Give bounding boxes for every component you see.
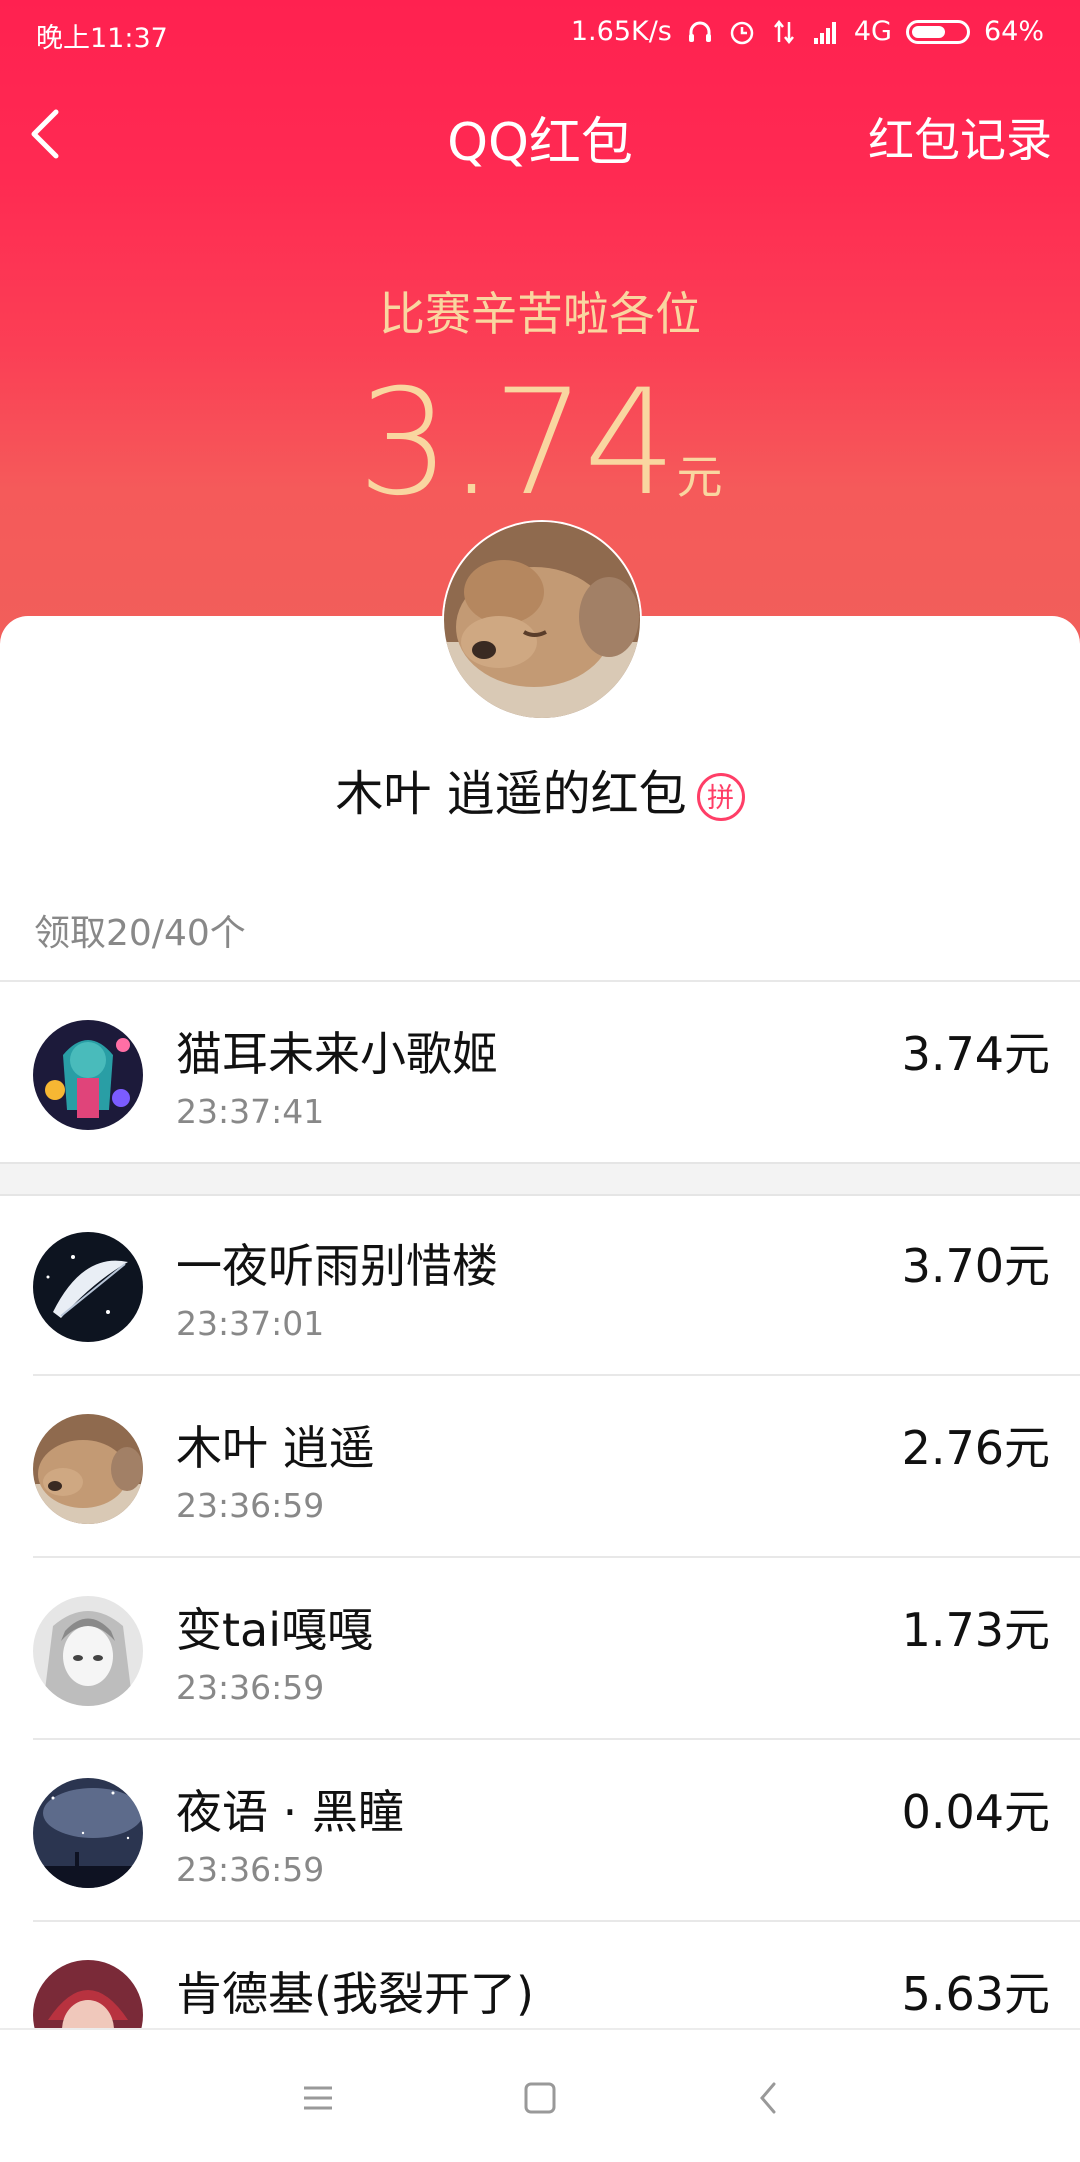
- claim-row[interactable]: 变tai嘎嘎 23:36:59 1.73元: [0, 1558, 1080, 1738]
- sender-avatar[interactable]: [442, 520, 642, 720]
- claimer-avatar[interactable]: [33, 1232, 143, 1342]
- claimer-name: 一夜听雨别惜楼: [176, 1239, 498, 1293]
- puppy-avatar-image: [444, 522, 640, 718]
- anime-boy-avatar-image: [33, 1960, 143, 2028]
- sender-row: 木叶 逍遥的红包拼: [0, 754, 1080, 824]
- claimer-avatar[interactable]: [33, 1020, 143, 1130]
- section-separator: [0, 1162, 1080, 1196]
- claim-row[interactable]: 木叶 逍遥 23:36:59 2.76元: [0, 1376, 1080, 1556]
- claim-row[interactable]: 夜语 · 黑瞳 23:36:59 0.04元: [0, 1740, 1080, 1920]
- claimer-name: 夜语 · 黑瞳: [176, 1785, 404, 1839]
- status-time: 晚上11:37: [36, 23, 168, 54]
- feather-avatar-image: [33, 1232, 143, 1342]
- status-icons: 1.65K/s 4G 64%: [571, 16, 1044, 47]
- claim-amount: 3.70元: [901, 1239, 1050, 1293]
- claim-amount: 0.04元: [901, 1785, 1050, 1839]
- claim-row[interactable]: 一夜听雨别惜楼 23:37:01 3.70元: [0, 1194, 1080, 1374]
- menu-icon[interactable]: [288, 2068, 348, 2128]
- system-navigation-bar: [0, 2028, 1080, 2162]
- battery-percent: 64%: [983, 16, 1044, 47]
- claim-time: 23:36:59: [176, 1486, 325, 1525]
- amount-value: 3.74: [357, 358, 676, 528]
- data-transfer-icon: [773, 19, 794, 44]
- claimer-avatar[interactable]: [33, 1596, 143, 1706]
- claim-time: 23:36:59: [176, 1668, 325, 1707]
- network-type: 4G: [853, 16, 892, 47]
- puppy-avatar-image: [33, 1414, 143, 1524]
- lucky-draw-badge: 拼: [696, 773, 745, 821]
- claim-amount: 2.76元: [901, 1421, 1050, 1475]
- claim-row[interactable]: 肯德基(我裂开了) 5.63元: [0, 1922, 1080, 2028]
- headphones-icon: [688, 21, 711, 42]
- claimer-avatar[interactable]: [33, 1960, 143, 2028]
- claimer-name: 肯德基(我裂开了): [176, 1967, 534, 2021]
- claim-amount: 1.73元: [901, 1603, 1050, 1657]
- signal-icon: [813, 21, 836, 44]
- claimer-avatar[interactable]: [33, 1414, 143, 1524]
- claim-time: 23:37:01: [176, 1304, 325, 1343]
- claim-time: 23:37:41: [176, 1092, 325, 1131]
- amount-unit: 元: [676, 450, 723, 504]
- sender-name: 木叶 逍遥的红包: [335, 766, 687, 822]
- claimer-name: 变tai嘎嘎: [176, 1603, 374, 1657]
- home-icon[interactable]: [510, 2068, 570, 2128]
- battery-icon: [905, 19, 970, 44]
- claim-count: 领取20/40个: [34, 913, 246, 954]
- network-speed: 1.65K/s: [570, 16, 672, 47]
- starry-sky-avatar-image: [33, 1778, 143, 1888]
- claim-amount: 3.74元: [901, 1027, 1050, 1081]
- battery-fill: [911, 25, 945, 38]
- status-bar: 晚上11:37 1.65K/s 4G 64%: [0, 0, 1080, 66]
- red-packet-record-link[interactable]: 红包记录: [868, 104, 1052, 170]
- anime-girl-avatar-image: [33, 1020, 143, 1130]
- alarm-icon: [730, 21, 754, 44]
- claimer-name: 木叶 逍遥: [176, 1421, 375, 1475]
- claimer-avatar[interactable]: [33, 1778, 143, 1888]
- claim-time: 23:36:59: [176, 1850, 325, 1889]
- claim-row[interactable]: 猫耳未来小歌姬 23:37:41 3.74元: [0, 982, 1080, 1162]
- blessing-message: 比赛辛苦啦各位: [379, 287, 701, 341]
- claimer-name: 猫耳未来小歌姬: [176, 1027, 498, 1081]
- claim-amount: 5.63元: [901, 1967, 1050, 2021]
- grayscale-anime-avatar-image: [33, 1596, 143, 1706]
- back-icon[interactable]: [738, 2068, 798, 2128]
- received-amount: 3.74元: [0, 358, 1080, 528]
